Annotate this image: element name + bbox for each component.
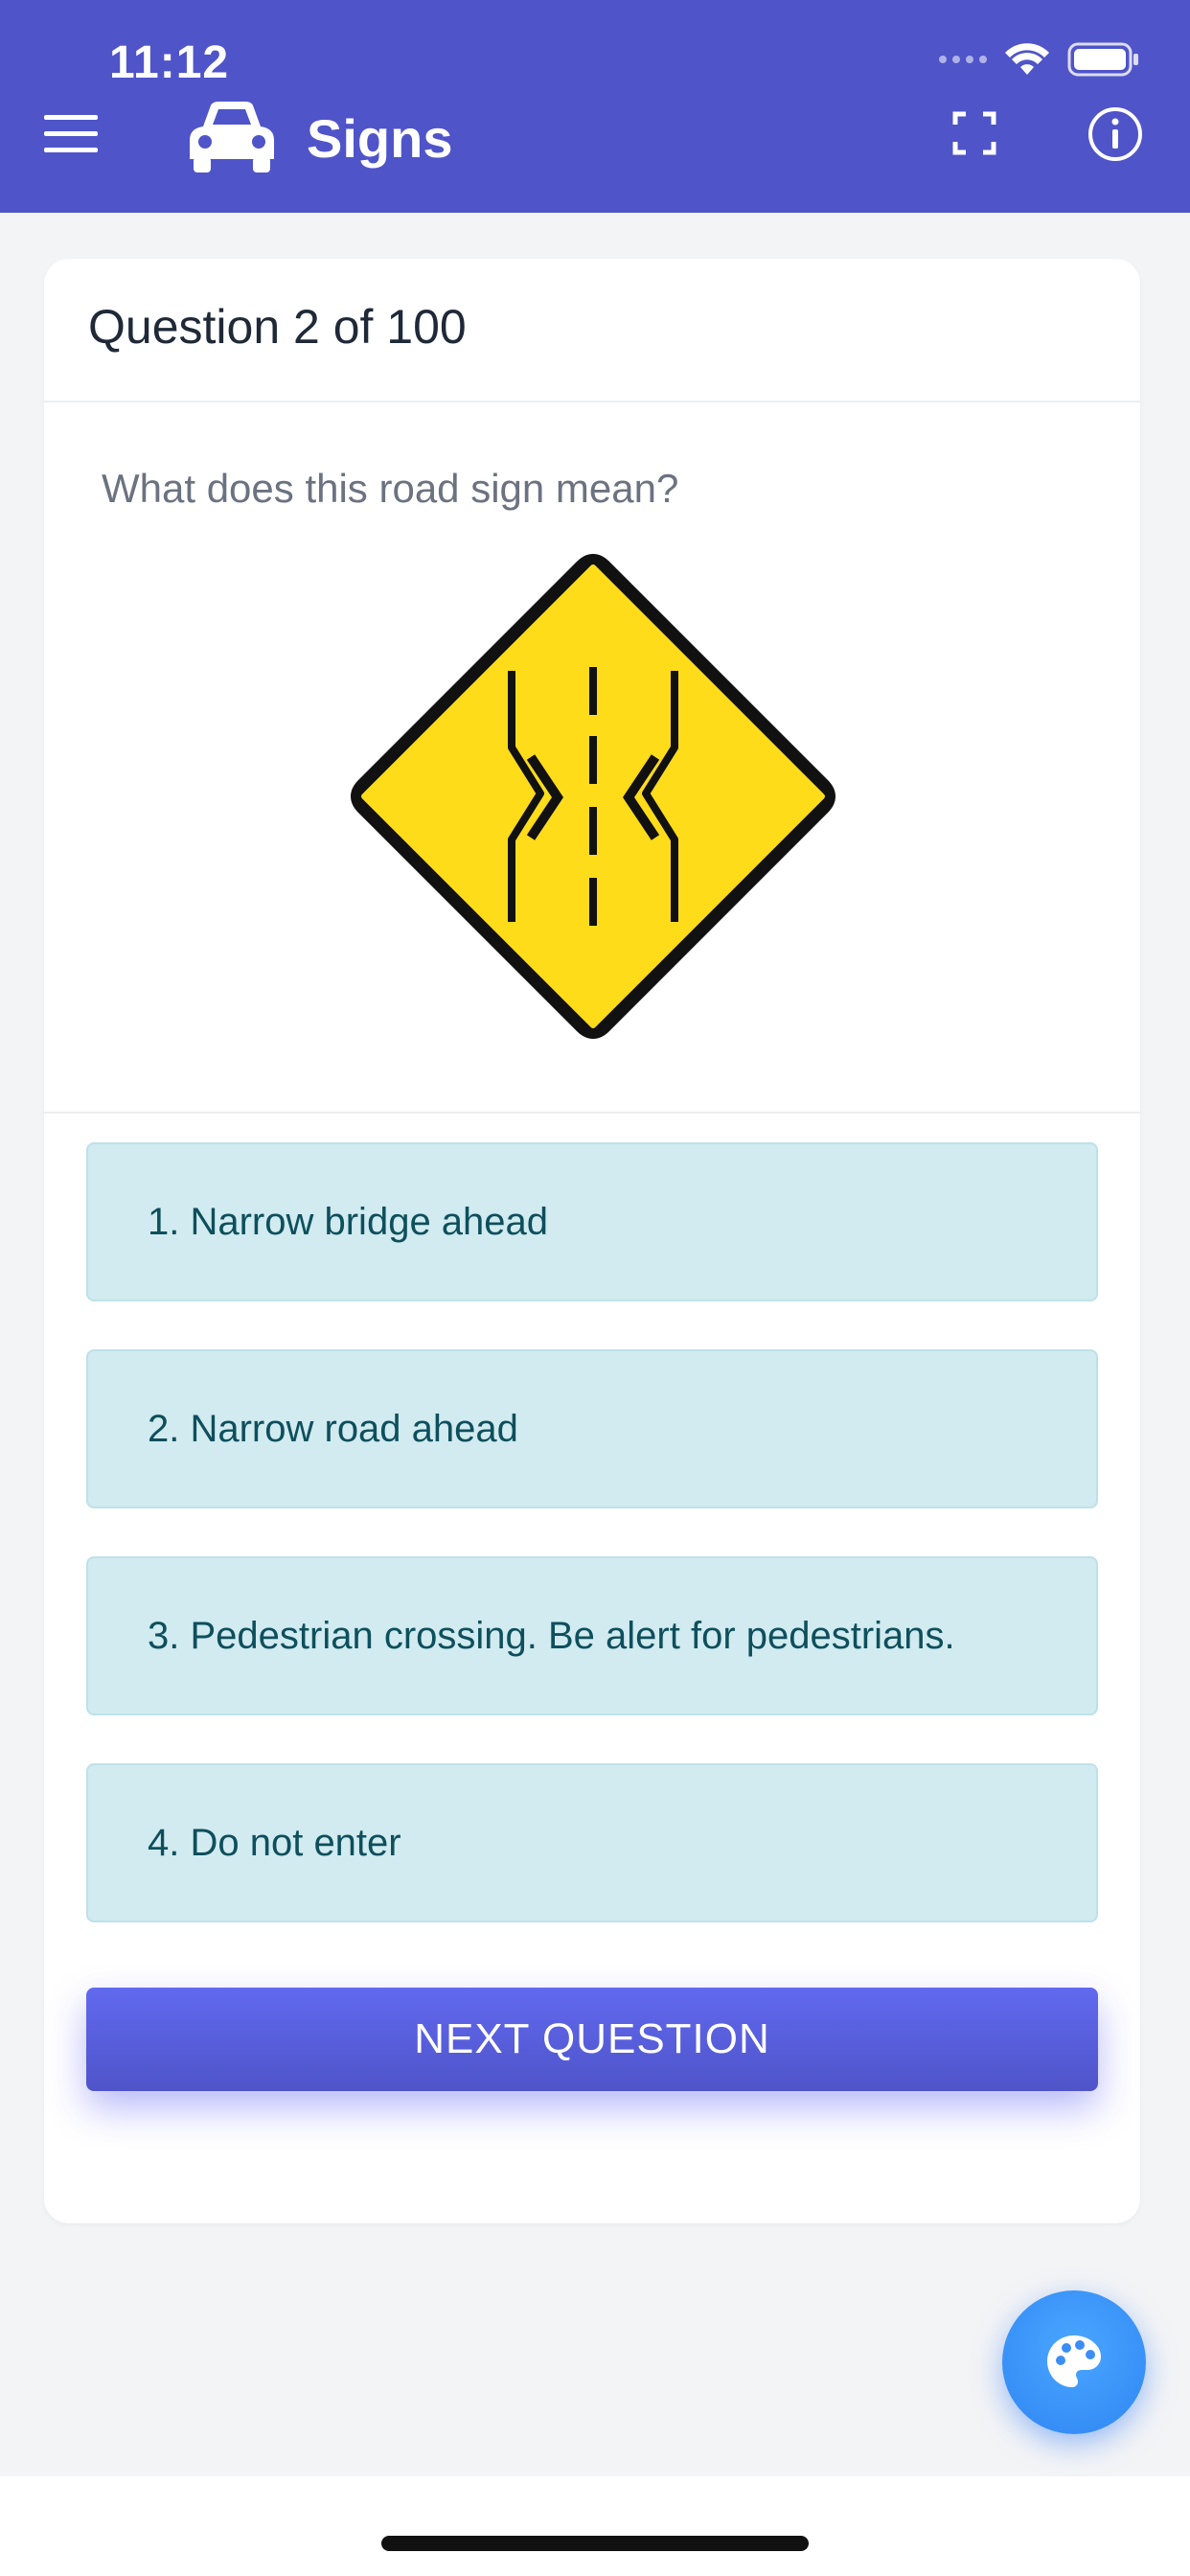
theme-fab-button[interactable] [1002, 2290, 1146, 2434]
status-icons [939, 42, 1140, 77]
app-title: Signs [307, 108, 453, 169]
narrow-bridge-sign-image [351, 554, 835, 1039]
palette-icon [1047, 2335, 1101, 2387]
signal-icon [939, 56, 987, 63]
card-header: Question 2 of 100 [44, 259, 1140, 402]
question-body: What does this road sign mean? [44, 402, 1140, 1114]
question-card: Question 2 of 100 What does this road si… [44, 259, 1140, 2223]
bottom-safe-area [0, 2476, 1190, 2576]
next-question-button[interactable]: NEXT QUESTION [86, 1988, 1098, 2091]
answer-option-1[interactable]: 1. Narrow bridge ahead [86, 1142, 1098, 1301]
status-time: 11:12 [109, 37, 230, 88]
fullscreen-icon[interactable] [952, 111, 996, 155]
answer-list: 1. Narrow bridge ahead 2. Narrow road ah… [86, 1142, 1098, 1970]
car-icon [190, 102, 274, 172]
answer-option-3[interactable]: 3. Pedestrian crossing. Be alert for ped… [86, 1556, 1098, 1715]
answer-option-2[interactable]: 2. Narrow road ahead [86, 1349, 1098, 1508]
battery-icon [1067, 42, 1138, 77]
question-counter: Question 2 of 100 [88, 300, 467, 354]
menu-icon[interactable] [42, 113, 100, 155]
wifi-icon [1005, 43, 1049, 75]
answer-option-4[interactable]: 4. Do not enter [86, 1763, 1098, 1922]
app-bar: 11:12 Signs [0, 0, 1190, 213]
info-icon[interactable] [1087, 105, 1144, 163]
home-indicator [381, 2536, 809, 2551]
question-text: What does this road sign mean? [102, 466, 679, 511]
